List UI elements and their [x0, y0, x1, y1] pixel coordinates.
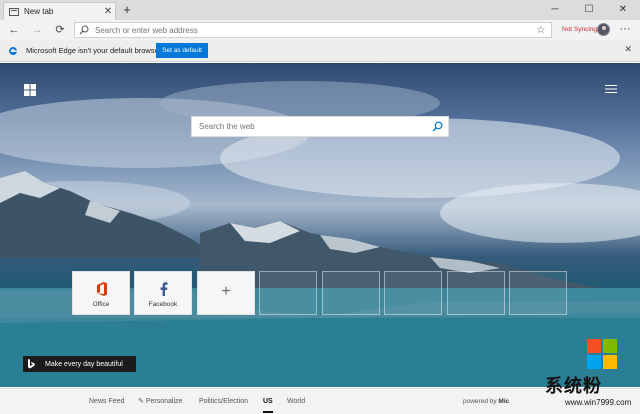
- profile-avatar[interactable]: [597, 23, 610, 36]
- tab-title: New tab: [24, 7, 54, 16]
- search-submit-icon[interactable]: [426, 117, 448, 136]
- add-icon: +: [221, 283, 231, 300]
- minimize-button[interactable]: ─: [538, 0, 572, 20]
- tab-close-icon[interactable]: ✕: [101, 6, 115, 17]
- new-tab-button[interactable]: +: [120, 3, 134, 17]
- bing-logo-icon: [23, 356, 39, 372]
- back-button[interactable]: ←: [5, 21, 23, 39]
- pencil-icon: ✎: [138, 398, 146, 405]
- site-watermark: 系统粉 www.win7999.com: [545, 372, 640, 414]
- default-browser-infobar: Microsoft Edge isn't your default browse…: [0, 40, 640, 62]
- facebook-icon: [160, 282, 168, 296]
- settings-menu-icon[interactable]: ···: [617, 22, 633, 38]
- set-as-default-button[interactable]: Set as default: [156, 43, 208, 58]
- watermark-title: 系统粉: [545, 376, 602, 397]
- forward-button[interactable]: →: [28, 21, 46, 39]
- close-window-button[interactable]: ✕: [606, 0, 640, 20]
- personalize-button[interactable]: ✎ Personalize: [138, 389, 182, 414]
- tab-world[interactable]: World: [287, 389, 305, 414]
- page-settings-menu-icon[interactable]: [605, 84, 617, 94]
- bing-image-info[interactable]: Make every day beautiful: [23, 356, 136, 372]
- infobar-close-icon[interactable]: ✕: [624, 44, 632, 55]
- tab-new-tab[interactable]: New tab ✕: [3, 2, 116, 20]
- powered-brand: Mic: [498, 398, 510, 405]
- window-controls: ─ ☐ ✕: [538, 0, 640, 20]
- tab-politics-election[interactable]: Politics/Election: [199, 389, 248, 414]
- empty-tile: [447, 271, 505, 315]
- tile-facebook[interactable]: Facebook: [134, 271, 192, 315]
- empty-tile: [509, 271, 567, 315]
- favorite-star-icon[interactable]: ☆: [534, 25, 548, 36]
- add-site-tile[interactable]: +: [197, 271, 255, 315]
- watermark-url: www.win7999.com: [565, 398, 632, 407]
- office-icon: [97, 282, 107, 296]
- personalize-label: Personalize: [145, 398, 183, 405]
- web-search-input[interactable]: [199, 122, 426, 131]
- infobar-message: Microsoft Edge isn't your default browse…: [26, 46, 162, 55]
- address-input[interactable]: [95, 25, 534, 35]
- windows-logo-icon[interactable]: [24, 84, 36, 96]
- address-bar[interactable]: ☆: [74, 22, 552, 38]
- refresh-button[interactable]: ⟳: [51, 21, 69, 39]
- tab-us[interactable]: US: [263, 391, 273, 413]
- title-bar: New tab ✕ + ─ ☐ ✕: [0, 0, 640, 20]
- bing-caption: Make every day beautiful: [45, 360, 123, 368]
- web-search-box[interactable]: [191, 116, 449, 137]
- search-icon: [79, 25, 89, 35]
- edge-logo-icon: [9, 46, 17, 55]
- microsoft-logo-icon: [587, 339, 617, 369]
- news-navigation: News Feed ✎ Personalize Politics/Electio…: [0, 388, 640, 414]
- tile-label: Facebook: [148, 301, 178, 308]
- empty-tile: [322, 271, 380, 315]
- tile-label: Office: [92, 301, 110, 308]
- tab-page-icon: [9, 7, 19, 16]
- sync-status[interactable]: Not Syncing: [562, 23, 597, 37]
- new-tab-page: Office Facebook + Make every day beautif…: [0, 63, 640, 387]
- powered-by: powered by Mic: [463, 389, 509, 414]
- navigation-bar: ← → ⟳ ☆ Not Syncing ···: [0, 20, 640, 40]
- background-landscape: [0, 81, 640, 387]
- tab-news-feed[interactable]: News Feed: [89, 389, 124, 414]
- powered-prefix: powered by: [463, 398, 497, 405]
- empty-tile: [259, 271, 317, 315]
- empty-tile: [384, 271, 442, 315]
- maximize-button[interactable]: ☐: [572, 0, 606, 20]
- tile-office[interactable]: Office: [72, 271, 130, 315]
